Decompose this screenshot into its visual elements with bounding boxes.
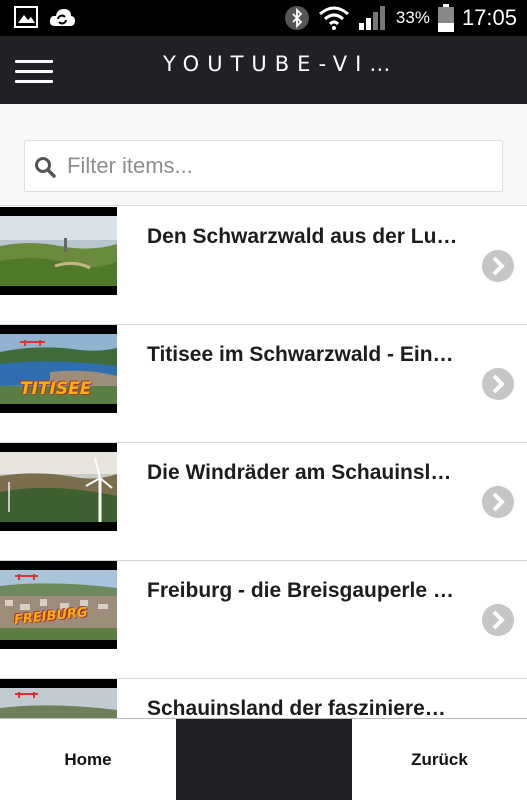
bottom-nav-center-button[interactable] [176, 719, 352, 800]
video-thumbnail [0, 207, 117, 295]
app-bar: YOUTUBE-VI… [0, 36, 527, 104]
video-title: Titisee im Schwarzwald - Ein… [147, 343, 454, 366]
wifi-icon [318, 6, 349, 30]
status-bar: 33% 17:05 [0, 0, 527, 36]
thumbnail-caption: TITISEE [20, 379, 92, 399]
video-title: Den Schwarzwald aus der Lu… [147, 225, 458, 248]
bottom-nav: Home Zurück [0, 718, 527, 800]
page-title: YOUTUBE-VI… [163, 52, 399, 76]
bluetooth-icon [284, 6, 309, 30]
video-title: Die Windräder am Schauinsl… [147, 461, 452, 484]
list-item[interactable]: Die Windräder am Schauinsl… [0, 443, 527, 561]
sync-icon [49, 9, 75, 26]
search-box[interactable] [24, 140, 503, 192]
list-item[interactable]: FREIBURG Freiburg - die Breisgauperle … [0, 561, 527, 679]
chevron-right-icon[interactable] [482, 250, 514, 282]
home-button[interactable]: Home [0, 719, 176, 800]
back-button[interactable]: Zurück [352, 719, 527, 800]
list-item[interactable]: Den Schwarzwald aus der Lu… [0, 207, 527, 325]
signal-icon [358, 6, 385, 30]
battery-percent: 33% [395, 8, 430, 27]
filter-bar [0, 104, 527, 206]
clock: 17:05 [461, 5, 517, 30]
image-icon [14, 6, 38, 28]
list-item[interactable]: TITISEE Titisee im Schwarzwald - Ein… [0, 325, 527, 443]
video-thumbnail: FREIBURG [0, 561, 117, 649]
search-input[interactable] [67, 141, 497, 191]
chevron-right-icon[interactable] [482, 368, 514, 400]
chevron-right-icon[interactable] [482, 486, 514, 518]
video-title: Freiburg - die Breisgauperle … [147, 579, 454, 602]
video-list: Den Schwarzwald aus der Lu… TITISEE Titi… [0, 207, 527, 797]
battery-icon [437, 4, 454, 32]
video-thumbnail [0, 443, 117, 531]
search-icon [35, 157, 56, 178]
video-thumbnail: TITISEE [0, 325, 117, 413]
chevron-right-icon[interactable] [482, 604, 514, 636]
hamburger-menu-icon[interactable] [15, 60, 53, 84]
